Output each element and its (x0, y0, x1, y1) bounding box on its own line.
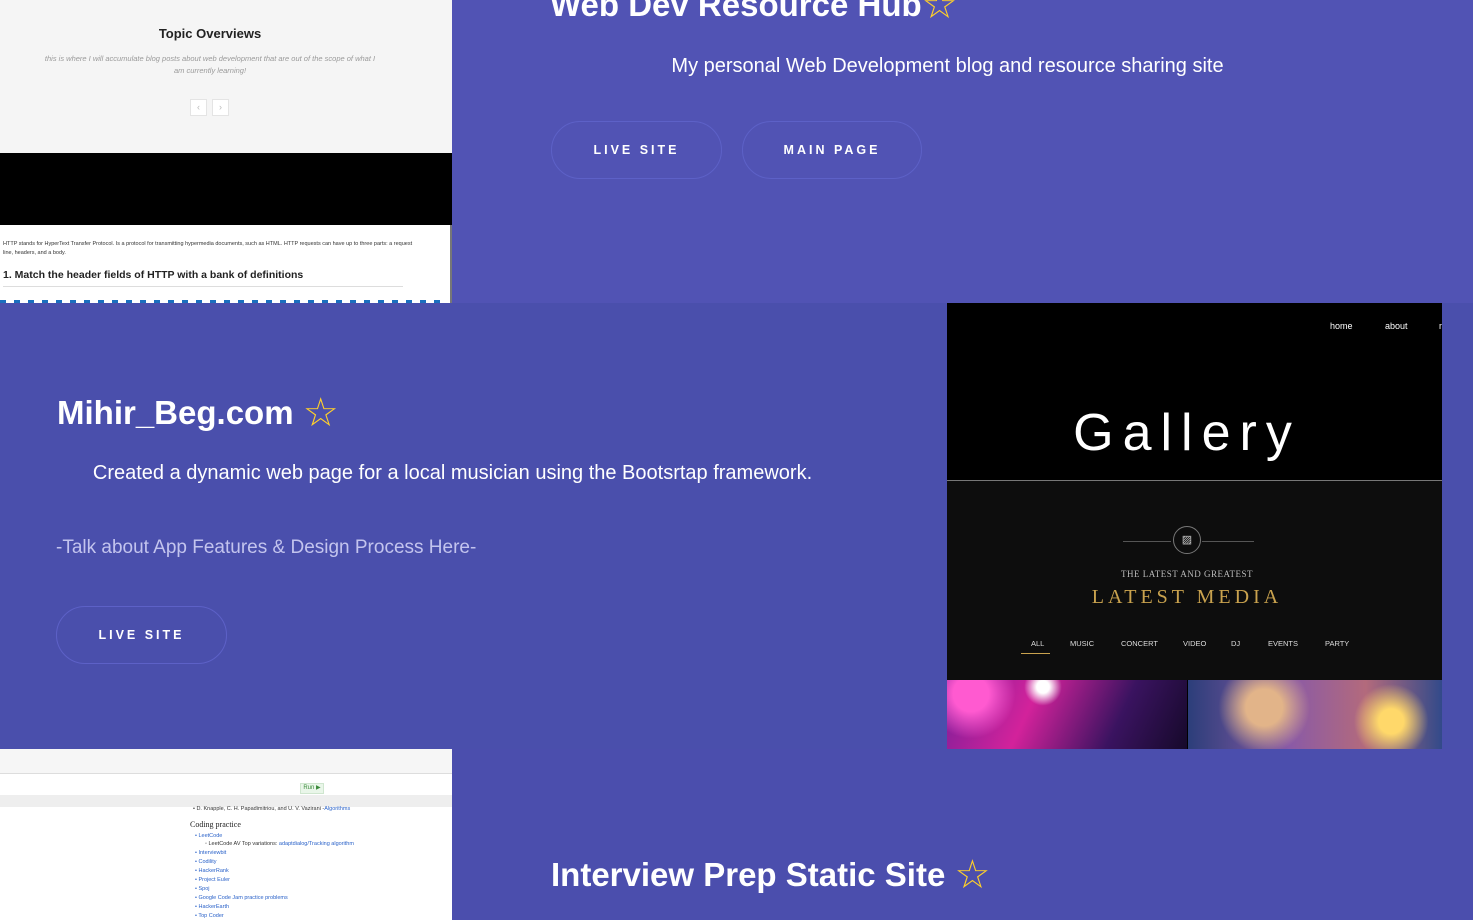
screenshot-line-text: • D. Knapple, C. H. Papadimitriou, and U… (193, 806, 325, 812)
screenshot-footer-strip (0, 300, 440, 303)
project-title-mihir-beg: Mihir_Beg.com ☆ (57, 390, 339, 436)
screenshot-sub-item-link: adaptdialog/Tracking algorithm (278, 841, 354, 847)
screenshot-list-item-text: Google Code Jam practice problems (198, 895, 288, 901)
screenshot-question: 1. Match the header fields of HTTP with … (3, 269, 304, 281)
project-description: My personal Web Development blog and res… (671, 55, 1224, 77)
filter-party: PARTY (1325, 639, 1350, 648)
star-icon[interactable]: ☆ (303, 391, 339, 435)
project-description: Created a dynamic web page for a local m… (92, 462, 813, 484)
filter-concert: CONCERT (1121, 639, 1158, 648)
star-icon[interactable]: ☆ (922, 0, 958, 27)
screenshot-nav-about: about (1385, 321, 1408, 331)
ornament-line-right (1202, 541, 1254, 542)
project-note: -Talk about App Features & Design Proces… (56, 537, 477, 558)
screenshot-heading: Topic Overviews (158, 26, 262, 41)
screenshot-list-item: • Codility (195, 859, 217, 865)
star-icon[interactable]: ☆ (954, 853, 990, 897)
screenshot-list-item: • HackerEarth (195, 904, 230, 910)
screenshot-list-item: • Interviewbit (195, 850, 227, 856)
screenshot-line-link: Algorithms (324, 806, 351, 812)
screenshot-list-item: • Project Euler (195, 877, 230, 883)
project-title-text: Mihir_Beg.com (57, 394, 294, 431)
screenshot-list-item: • HackerRank (195, 868, 229, 874)
carousel-next-icon: › (212, 99, 229, 116)
festival-photo (1188, 680, 1442, 749)
project-screenshot-interview-prep: Run ▶ • D. Knapple, C. H. Papadimitriou,… (0, 749, 452, 920)
screenshot-list-item-text: Interviewbit (198, 850, 227, 856)
screenshot-sub-item: ◦ LeetCode AV Top variations: adaptdialo… (205, 841, 354, 847)
concert-photo (947, 680, 1187, 749)
project-screenshot-web-dev-hub: Topic Overviews this is where I will acc… (0, 0, 452, 303)
screenshot-list-item-text: Spoj (198, 886, 210, 892)
filter-events: EVENTS (1268, 639, 1299, 648)
live-site-button[interactable]: LIVE SITE (56, 606, 227, 664)
screenshot-kicker: THE LATEST AND GREATEST (1120, 569, 1254, 579)
screenshot-section-heading: Coding practice (190, 820, 241, 829)
project-title-web-dev-hub: Web Dev Resource Hub☆ (550, 0, 958, 28)
screenshot-list-item: • LeetCode (195, 833, 223, 839)
screenshot-media-section (947, 481, 1442, 680)
screenshot-sub-item-text: LeetCode AV Top variations: (208, 841, 278, 847)
screenshot-list-item-text: Codility (198, 859, 217, 865)
project-title-interview-prep: Interview Prep Static Site ☆ (551, 852, 990, 898)
screenshot-list-item-text: HackerRank (198, 868, 229, 874)
live-site-button[interactable]: LIVE SITE (551, 121, 722, 179)
screenshot-list-item-text: HackerEarth (198, 904, 230, 910)
screenshot-subtitle: this is where I will accumulate blog pos… (44, 54, 376, 75)
project-title-text: Web Dev Resource Hub (550, 0, 922, 23)
ornament-line-left (1123, 541, 1171, 542)
screenshot-line: • D. Knapple, C. H. Papadimitriou, and U… (193, 806, 350, 812)
screenshot-list-item: • Spoj (195, 886, 210, 892)
screenshot-list-item-text: Top Coder (198, 913, 224, 919)
active-filter-underline (1021, 653, 1050, 654)
screenshot-divider (0, 153, 452, 225)
screenshot-toolbar (0, 749, 452, 774)
screenshot-article: HTTP stands for HyperText Transfer Proto… (0, 225, 452, 303)
screenshot-list-item-text: LeetCode (198, 833, 223, 839)
screenshot-list-item-text: Project Euler (198, 877, 230, 883)
screenshot-run-button: Run ▶ (300, 783, 324, 794)
filter-all: ALL (1031, 639, 1045, 648)
filter-music: MUSIC (1070, 639, 1095, 648)
screenshot-nav-home: home (1330, 321, 1353, 331)
filter-video: VIDEO (1183, 639, 1207, 648)
screenshot-section-title: LATEST MEDIA (1091, 586, 1283, 608)
screenshot-list-item: • Top Coder (195, 913, 224, 919)
image-icon: ▨ (1173, 526, 1201, 554)
project-title-text: Interview Prep Static Site (551, 856, 946, 893)
main-page-button[interactable]: MAIN PAGE (742, 121, 922, 179)
screenshot-rule (3, 286, 403, 287)
screenshot-list-item: • Google Code Jam practice problems (195, 895, 288, 901)
project-screenshot-mihir-beg: home about m Gallery ▨ THE LATEST AND GR… (947, 303, 1442, 749)
screenshot-gallery-heading: Gallery (1073, 404, 1301, 462)
carousel-prev-icon: ‹ (190, 99, 207, 116)
screenshot-nav-more: m (1439, 321, 1442, 331)
filter-dj: DJ (1231, 639, 1241, 648)
screenshot-body-text: HTTP stands for HyperText Transfer Proto… (3, 241, 413, 256)
